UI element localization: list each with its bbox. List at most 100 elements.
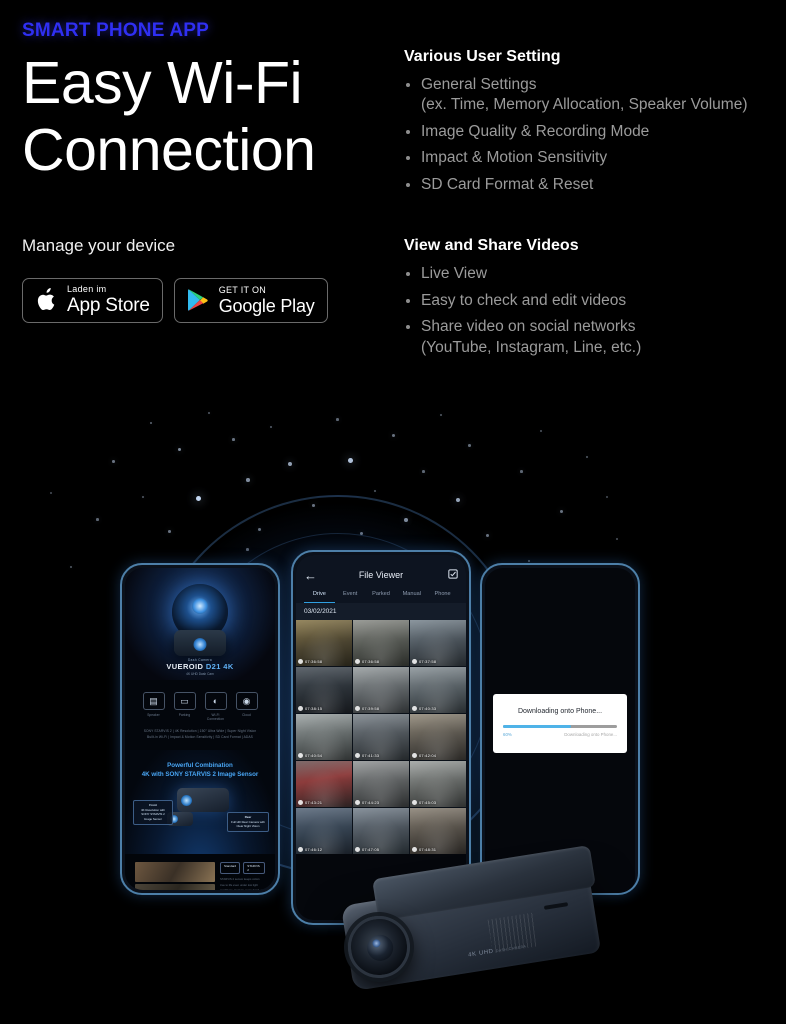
video-thumbnail[interactable]: 07:46:12 (296, 808, 352, 854)
timestamp-label: 07:38:15 (305, 706, 323, 711)
banner-line-2: 4K with SONY STARVIS 2 Image Sensor (131, 771, 269, 778)
product-stage: Dash Camera VUEROID D21 4K 4K UHD Dash C… (0, 400, 786, 1024)
store-badges: Laden im App Store GET IT ON Google Play (22, 278, 382, 323)
star-decoration (178, 448, 182, 452)
tab-manual[interactable]: Manual (396, 591, 427, 603)
chip-starvis: STARVIS 2 (243, 862, 265, 875)
tab-event[interactable]: Event (335, 591, 366, 603)
star-decoration (440, 414, 443, 417)
product-hero-section: Dash Camera VUEROID D21 4K 4K UHD Dash C… (125, 568, 275, 680)
clock-icon (412, 800, 417, 805)
spec-line-2: Built-in Wi-Fi | Impact & Motion Sensiti… (147, 734, 253, 739)
feature-icon-item[interactable]: ◉ Cloud (235, 692, 259, 721)
feature-block-view-share: View and Share Videos Live View Easy to … (404, 237, 774, 358)
star-decoration (288, 462, 292, 466)
tab-phone[interactable]: Phone (427, 591, 458, 603)
video-thumbnail-grid: 07:36:58 07:36:58 07:37:58 07:38:15 07:39:58… (296, 620, 466, 854)
progress-percent-label: 60% (503, 732, 512, 737)
clock-icon (298, 800, 303, 805)
list-item: Image Quality & Recording Mode (404, 122, 774, 142)
timestamp-label: 07:44:23 (362, 800, 380, 805)
list-item: Share video on social networks (YouTube,… (404, 317, 774, 358)
headline-line-2: Connection (22, 117, 316, 183)
clock-icon (298, 706, 303, 711)
feature-icon-item[interactable]: ▤ Speaker (142, 692, 166, 721)
google-play-small-label: GET IT ON (218, 284, 267, 295)
feature-title: Various User Setting (404, 48, 561, 65)
feature-icon-item[interactable]: ◐ Wi-Fi Connection (204, 692, 228, 721)
video-thumbnail[interactable]: 07:40:33 (410, 667, 466, 713)
clock-icon (355, 753, 360, 758)
progress-meta: 60% Downloading onto Phone... (503, 732, 617, 737)
video-thumbnail[interactable]: 07:36:58 (296, 620, 352, 666)
timestamp-label: 07:36:58 (362, 659, 380, 664)
video-thumbnail[interactable]: 07:37:58 (410, 620, 466, 666)
video-thumbnail[interactable]: 07:43:21 (296, 761, 352, 807)
bullet-icon (406, 182, 410, 187)
app-store-badge[interactable]: Laden im App Store (22, 278, 163, 323)
lens-core-decoration (192, 598, 208, 614)
page-title: File Viewer (358, 570, 404, 580)
eyebrow-label: SMART PHONE APP (22, 20, 210, 41)
video-thumbnail[interactable]: 07:41:33 (353, 714, 409, 760)
video-thumbnail[interactable]: 07:44:23 (353, 761, 409, 807)
list-item-text: Share video on social networks (421, 318, 636, 336)
comparison-images: Night Vision Comparison (135, 862, 215, 890)
bullet-icon (406, 83, 410, 87)
list-item-text: Impact & Motion Sensitivity (421, 149, 608, 167)
feature-title: View and Share Videos (404, 237, 579, 255)
thumbnail-timestamp: 07:37:58 (412, 659, 436, 664)
video-thumbnail[interactable]: 07:39:58 (353, 667, 409, 713)
feature-list: Live View Easy to check and edit videos … (404, 264, 774, 358)
thumbnail-timestamp: 07:43:21 (298, 800, 322, 805)
video-thumbnail[interactable]: 07:45:03 (410, 761, 466, 807)
banner-line-1: Powerful Combination (131, 762, 269, 769)
phone-right-download: Downloading onto Phone... 60% Downloadin… (480, 563, 640, 895)
product-feature-icons: ▤ Speaker ▭ Parking ◐ Wi-Fi Connection ◉… (125, 680, 275, 727)
video-thumbnail[interactable]: 07:48:31 (410, 808, 466, 854)
video-thumbnail[interactable]: 07:42:04 (410, 714, 466, 760)
bullet-icon (406, 298, 410, 303)
tab-parked[interactable]: Parked (366, 591, 397, 603)
thumbnail-timestamp: 07:42:04 (412, 753, 436, 758)
select-edit-icon[interactable] (440, 566, 458, 584)
video-thumbnail[interactable]: 07:36:58 (353, 620, 409, 666)
star-decoration (336, 418, 339, 421)
video-thumbnail[interactable]: 07:38:15 (296, 667, 352, 713)
thumbnail-timestamp: 07:45:03 (412, 800, 436, 805)
download-dialog: Downloading onto Phone... 60% Downloadin… (493, 694, 627, 753)
star-decoration (560, 510, 563, 513)
clock-icon (412, 753, 417, 758)
product-brand-name: VUEROID D21 4K (125, 662, 275, 671)
list-item-subtext: (YouTube, Instagram, Line, etc.) (421, 338, 642, 356)
clock-icon (355, 800, 360, 805)
feature-block-user-setting: Various User Setting General Settings (e… (404, 48, 774, 195)
feature-icon-item[interactable]: ▭ Parking (173, 692, 197, 721)
video-thumbnail[interactable]: 07:47:05 (353, 808, 409, 854)
thumbnail-timestamp: 07:36:58 (355, 659, 379, 664)
star-decoration (374, 490, 377, 493)
list-item: Easy to check and edit videos (404, 291, 774, 311)
video-thumbnail[interactable]: 07:40:54 (296, 714, 352, 760)
list-item-text: General Settings (421, 76, 537, 93)
model-text: D21 4K (205, 662, 234, 671)
back-arrow-icon[interactable]: ← (304, 569, 322, 582)
tab-drive[interactable]: Drive (304, 591, 335, 603)
banner-line-2-b: Image Sensor (217, 771, 259, 779)
apple-icon (33, 285, 59, 315)
timestamp-label: 07:46:12 (305, 847, 323, 852)
rear-caption-body: Full HD Rear Camera with Clear Night Vis… (231, 819, 265, 829)
spec-line-1: SONY STARVIS 2 | 4K Resolution | 150° Ul… (143, 729, 257, 733)
star-decoration (112, 460, 115, 463)
star-decoration (150, 422, 153, 425)
feature-copy-column: Various User Setting General Settings (e… (404, 48, 774, 364)
comparison-body-text: STARVIS 2 sensor keeps colors true to li… (220, 877, 263, 890)
parking-icon: ▭ (173, 692, 196, 710)
clock-icon (355, 706, 360, 711)
dashcam-product-image: 4K UHD DASH CAMERA (330, 845, 612, 1004)
front-camera-image (177, 788, 229, 813)
timestamp-label: 07:43:21 (305, 800, 323, 805)
star-decoration (520, 470, 523, 473)
star-decoration (196, 496, 202, 502)
google-play-badge[interactable]: GET IT ON Google Play (173, 278, 328, 323)
